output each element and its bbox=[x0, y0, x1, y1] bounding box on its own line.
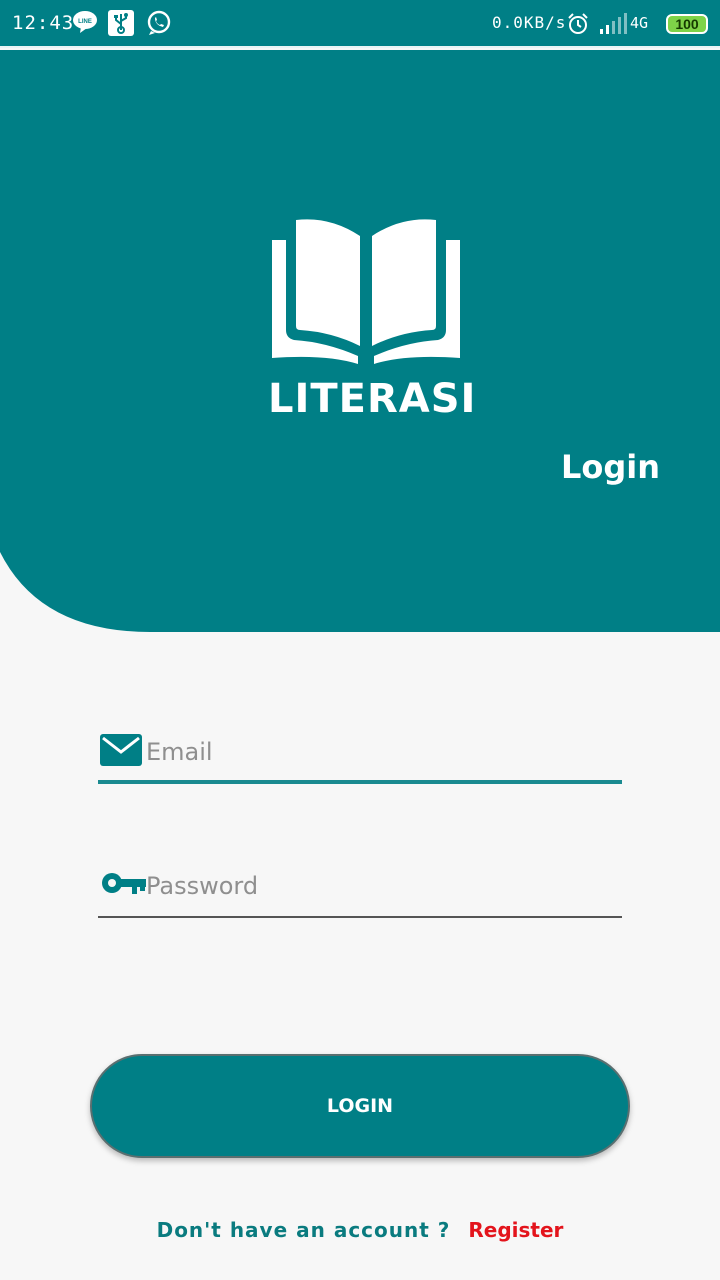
line-icon: LINE bbox=[73, 11, 97, 33]
mail-icon bbox=[100, 734, 142, 766]
book-logo-icon bbox=[272, 219, 460, 364]
login-button[interactable]: LOGIN bbox=[90, 1054, 630, 1158]
network-speed: 0.0KB/s bbox=[492, 13, 567, 32]
register-link[interactable]: Register bbox=[468, 1218, 563, 1242]
email-input[interactable] bbox=[146, 730, 616, 774]
brand-name: LITERASI bbox=[268, 376, 477, 422]
alarm-icon bbox=[568, 13, 588, 34]
header: LITERASI Login bbox=[0, 50, 720, 632]
key-icon bbox=[102, 873, 146, 894]
no-account-text: Don't have an account ? bbox=[156, 1218, 451, 1242]
page-title: Login bbox=[560, 448, 660, 486]
email-underline bbox=[98, 780, 622, 784]
battery-icon: 100 bbox=[666, 14, 708, 34]
email-field[interactable] bbox=[98, 724, 622, 784]
svg-text:LINE: LINE bbox=[78, 19, 92, 25]
password-input[interactable] bbox=[146, 864, 616, 908]
status-bar: 12:43 LINE 0.0KB/s 4G 100 bbox=[0, 0, 720, 48]
password-underline bbox=[98, 916, 622, 918]
usb-icon bbox=[108, 10, 134, 36]
register-prompt: Don't have an account ? Register bbox=[0, 1218, 720, 1242]
signal-icon bbox=[600, 13, 627, 34]
password-field[interactable] bbox=[98, 858, 622, 918]
status-time: 12:43 bbox=[12, 12, 75, 34]
network-type: 4G bbox=[630, 14, 649, 32]
whatsapp-icon bbox=[147, 10, 171, 35]
